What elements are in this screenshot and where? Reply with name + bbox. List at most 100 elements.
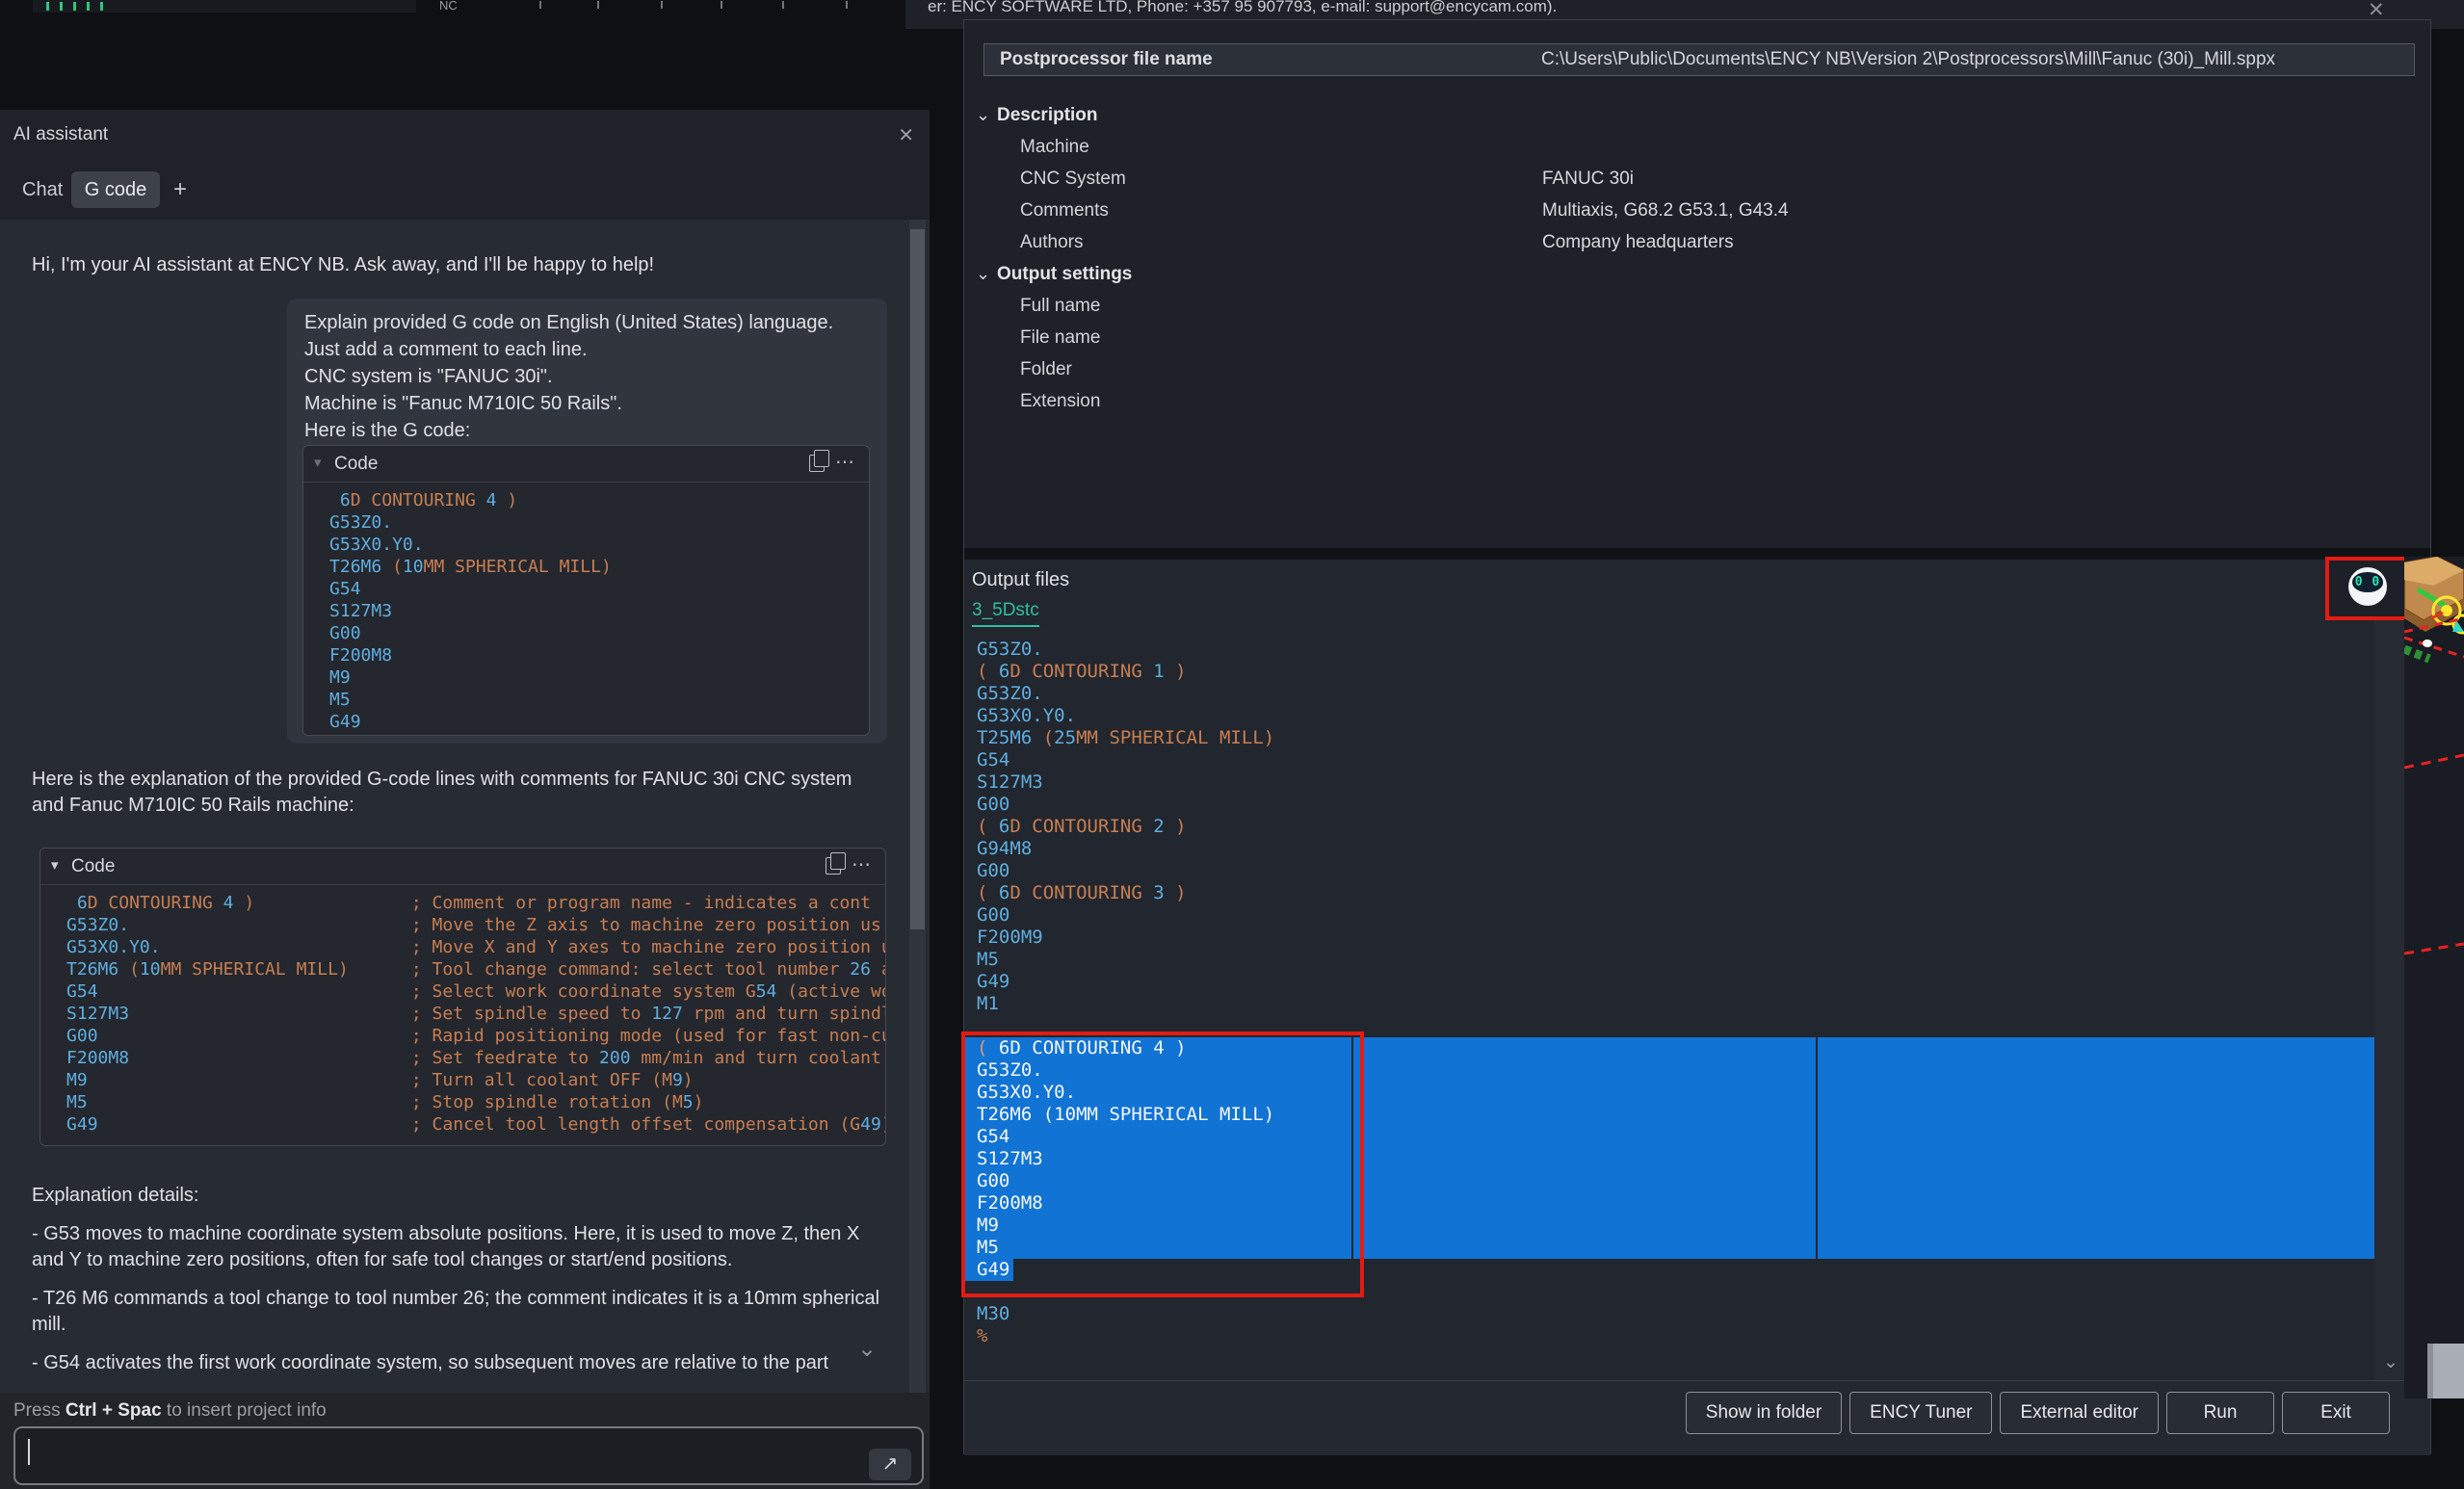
collapse-triangle-icon[interactable]: ▾ xyxy=(51,856,59,874)
panel-divider xyxy=(964,548,2430,560)
code-line: M5 xyxy=(964,949,2374,971)
annotation-red-box-selection xyxy=(961,1032,1364,1297)
tab-gcode-active[interactable]: G code xyxy=(71,171,160,208)
user-message-text: Explain provided G code on English (Unit… xyxy=(304,312,833,447)
kv-row[interactable]: Extension xyxy=(976,385,2401,417)
postprocessor-file-row[interactable]: Postprocessor file name C:\Users\Public\… xyxy=(983,43,2415,76)
kv-row[interactable]: Folder xyxy=(976,353,2401,385)
code-line: G00 ; Rapid positioning mode (used for f… xyxy=(54,1025,885,1047)
kv-row[interactable]: Machine xyxy=(976,131,2401,163)
code-line: ( 6D CONTOURING 3 ) xyxy=(964,882,2374,904)
assistant-tab-bar: Chat G code + xyxy=(0,160,930,220)
kv-value: Company headquarters xyxy=(1542,226,1734,258)
code-line: G49 xyxy=(964,971,2374,993)
toolbar-mark xyxy=(597,1,599,9)
kv-label: Full name xyxy=(1020,290,1100,322)
kv-value: FANUC 30i xyxy=(1542,163,1634,195)
code-line: 6D CONTOURING 4 ) ; Comment or program n… xyxy=(54,892,885,914)
output-files-title: Output files xyxy=(972,569,1069,591)
code-line: G53X0.Y0. xyxy=(964,705,2374,727)
code-block-title: Code xyxy=(334,446,378,482)
exit-button[interactable]: Exit xyxy=(2282,1392,2390,1434)
output-file-tab[interactable]: 3_5Dstc xyxy=(972,600,1039,627)
code-line: S127M3 ; Set spindle speed to 127 rpm an… xyxy=(54,1003,885,1025)
user-message-bubble: Explain provided G code on English (Unit… xyxy=(287,299,887,744)
titlebar-contact-text: er: ENCY SOFTWARE LTD, Phone: +357 95 90… xyxy=(928,0,1557,16)
code-block-header: ▾ Code ⋯ xyxy=(303,446,869,483)
copy-icon[interactable] xyxy=(809,455,825,472)
section-header-output-settings[interactable]: ⌄Output settings xyxy=(976,258,2401,290)
postprocessor-dialog: Postprocessor file name C:\Users\Public\… xyxy=(963,19,2431,1454)
send-button[interactable]: ↗ xyxy=(869,1449,911,1480)
section-title: Description xyxy=(997,99,1098,131)
show-in-folder-button[interactable]: Show in folder xyxy=(1686,1392,1842,1434)
kv-label: Folder xyxy=(1020,353,1072,385)
code-line: G53Z0. xyxy=(964,683,2374,705)
kv-row[interactable]: Full name xyxy=(976,290,2401,322)
code-line: G54 xyxy=(964,749,2374,771)
postprocessor-file-label: Postprocessor file name xyxy=(1000,44,1213,75)
dialog-footer: Show in folderENCY TunerExternal editorR… xyxy=(964,1380,2430,1455)
chevron-down-icon[interactable]: ⌄ xyxy=(857,1335,877,1363)
code-line: S127M3 xyxy=(964,771,2374,794)
close-icon[interactable]: ✕ xyxy=(898,123,914,147)
chat-scroll-area[interactable]: Hi, I'm your AI assistant at ENCY NB. As… xyxy=(0,220,930,1393)
text-line xyxy=(32,1340,904,1352)
postprocessor-file-path: C:\Users\Public\Documents\ENCY NB\Versio… xyxy=(1541,44,2275,75)
kv-row[interactable]: Comments Multiaxis, G68.2 G53.1, G43.4 xyxy=(976,195,2401,226)
code-line: F200M8 ; Set feedrate to 200 mm/min and … xyxy=(54,1047,885,1069)
editor-column-divider xyxy=(1816,1037,1818,1259)
more-menu-icon[interactable]: ⋯ xyxy=(852,849,872,881)
text-line: and Y to machine zero positions, often f… xyxy=(32,1249,904,1275)
explanation-text: Explanation details:- G53 moves to machi… xyxy=(32,1185,904,1378)
green-tick-icon xyxy=(87,2,90,11)
tab-chat[interactable]: Chat xyxy=(22,160,63,220)
code-line: G00 xyxy=(964,904,2374,927)
green-tick-icon xyxy=(60,2,63,11)
more-menu-icon[interactable]: ⋯ xyxy=(835,446,855,479)
collapse-triangle-icon[interactable]: ▾ xyxy=(314,454,322,471)
text-line: mill. xyxy=(32,1314,904,1340)
annotation-red-box-robot: 0 0 xyxy=(2325,557,2414,620)
chat-scrollbar[interactable] xyxy=(909,220,926,1393)
chevron-down-icon[interactable]: ⌄ xyxy=(976,258,990,290)
code-line: ( 6D CONTOURING 1 ) xyxy=(964,661,2374,683)
ai-robot-icon[interactable]: 0 0 xyxy=(2348,567,2387,606)
copy-icon[interactable] xyxy=(826,857,841,875)
code-line: S127M3 xyxy=(317,600,869,622)
kv-value: Multiaxis, G68.2 G53.1, G43.4 xyxy=(1542,195,1789,226)
hint-suffix: to insert project info xyxy=(162,1400,327,1421)
kv-label: Comments xyxy=(1020,195,1109,226)
output-scrollbar[interactable]: ⌃ ⌄ xyxy=(2374,560,2407,1380)
chat-input-zone: Press Ctrl + Spac to insert project info… xyxy=(0,1393,930,1489)
external-editor-button[interactable]: External editor xyxy=(2000,1392,2159,1434)
code-line: T26M6 (10MM SPHERICAL MILL) ; Tool chang… xyxy=(54,958,885,980)
text-line: Here is the G code: xyxy=(304,420,833,447)
chat-input[interactable]: ↗ xyxy=(13,1426,924,1485)
footer-buttons: Show in folderENCY TunerExternal editorR… xyxy=(1686,1392,2390,1434)
toolbar-mark xyxy=(721,1,722,9)
ency-tuner-button[interactable]: ENCY Tuner xyxy=(1849,1392,1992,1434)
kv-row[interactable]: AuthorsCompany headquarters xyxy=(976,226,2401,258)
kv-row[interactable]: File name xyxy=(976,322,2401,353)
text-line: - G54 activates the first work coordinat… xyxy=(32,1352,904,1378)
toolbar-mark xyxy=(539,1,541,9)
kv-label: Machine xyxy=(1020,131,1089,163)
toolbar-mark xyxy=(782,1,784,9)
ai-assistant-title: AI assistant xyxy=(13,110,108,160)
section-header-description[interactable]: ⌄Description xyxy=(976,99,2401,131)
text-line: Explanation details: xyxy=(32,1185,904,1211)
code-line: G49 ; Cancel tool length offset compensa… xyxy=(54,1113,885,1136)
toolbar-fragment xyxy=(33,0,416,13)
scroll-down-icon[interactable]: ⌄ xyxy=(2374,1351,2407,1373)
assistant-greeting: Hi, I'm your AI assistant at ENCY NB. As… xyxy=(32,254,654,276)
cam-3d-viewport-strip[interactable] xyxy=(2404,557,2464,1398)
code-line: F200M8 xyxy=(317,644,869,666)
code-line: G53Z0. xyxy=(964,639,2374,661)
hint-keys: Ctrl + Spac xyxy=(66,1400,162,1421)
kv-row[interactable]: CNC SystemFANUC 30i xyxy=(976,163,2401,195)
scrollbar-thumb[interactable] xyxy=(910,229,925,929)
new-tab-button[interactable]: + xyxy=(173,171,187,208)
run-button[interactable]: Run xyxy=(2166,1392,2274,1434)
chevron-down-icon[interactable]: ⌄ xyxy=(976,99,990,131)
